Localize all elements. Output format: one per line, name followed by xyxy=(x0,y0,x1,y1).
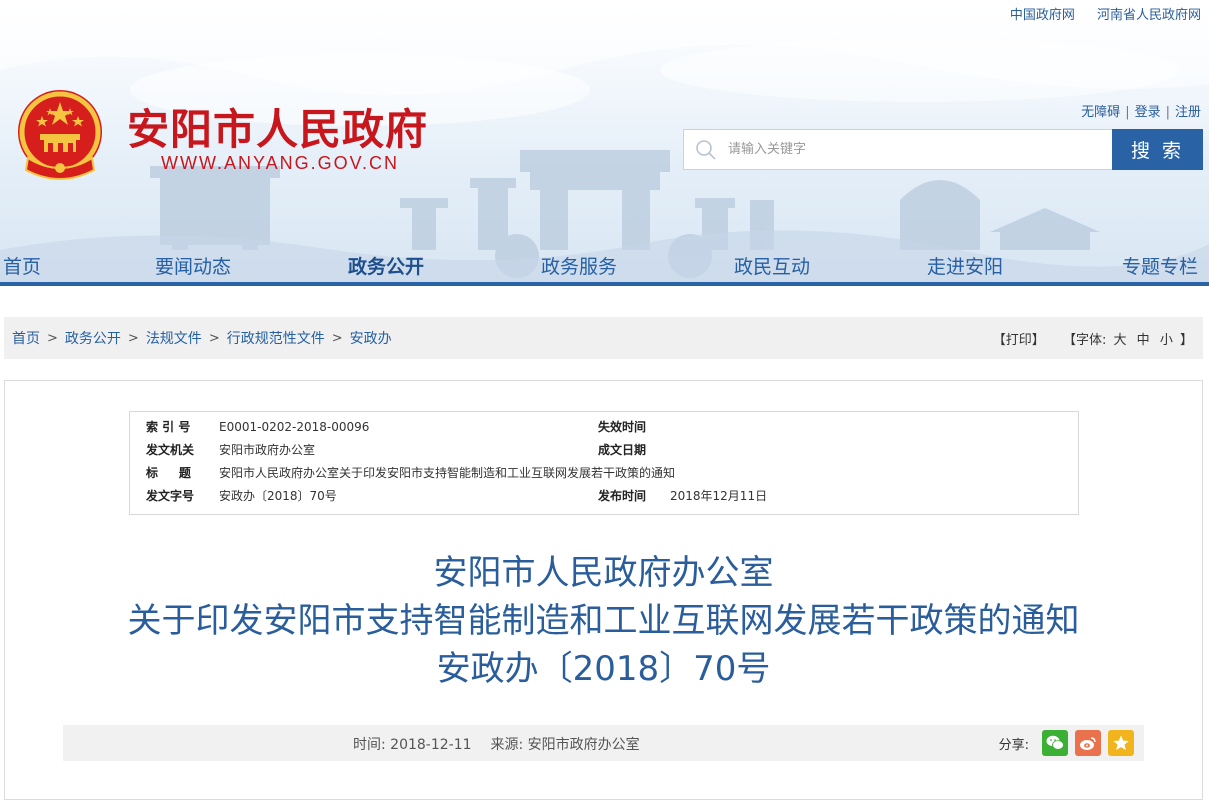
breadcrumb-separator: > xyxy=(127,330,139,346)
document-number-value: 安政办〔2018〕70号 xyxy=(219,489,337,503)
top-link-henan-gov[interactable]: 河南省人民政府网 xyxy=(1097,8,1201,23)
time-value: 2018-12-11 xyxy=(390,737,472,753)
font-size-small-button[interactable]: 小 xyxy=(1160,333,1173,348)
share-bar: 分享: xyxy=(999,730,1134,756)
site-name[interactable]: 安阳市人民政府 xyxy=(127,96,428,157)
top-links: 中国政府网 河南省人民政府网 xyxy=(992,4,1201,23)
document-number-label: 发文字号 xyxy=(146,489,195,503)
font-size-medium-button[interactable]: 中 xyxy=(1137,333,1150,348)
article-title: 安阳市人民政府办公室 关于印发安阳市支持智能制造和工业互联网发展若干政策的通知 … xyxy=(5,549,1202,693)
search-button[interactable]: 搜 索 xyxy=(1112,129,1203,170)
expiry-time-label: 失效时间 xyxy=(598,420,647,434)
document-metadata-table: 索 引 号 E0001-0202-2018-00096 失效时间 发文机关 安阳… xyxy=(129,411,1079,515)
nav-item-special-topics[interactable]: 专题专栏 xyxy=(1122,252,1198,279)
search-icon xyxy=(684,130,728,169)
source-value: 安阳市政府办公室 xyxy=(527,737,640,753)
font-size-large-button[interactable]: 大 xyxy=(1114,333,1127,348)
metadata-row: 标 题 安阳市人民政府办公室关于印发安阳市支持智能制造和工业互联网发展若干政策的… xyxy=(130,462,1078,484)
metadata-row: 发文机关 安阳市政府办公室 成文日期 xyxy=(130,439,1078,461)
breadcrumb-separator: > xyxy=(47,330,58,346)
breadcrumb-separator: > xyxy=(208,330,220,346)
top-link-central-gov[interactable]: 中国政府网 xyxy=(1010,8,1075,23)
accessibility-link[interactable]: 无障碍 xyxy=(1081,105,1120,120)
article-title-line-2: 关于印发安阳市支持智能制造和工业互联网发展若干政策的通知 xyxy=(127,601,1080,641)
index-number-label: 索 引 号 xyxy=(146,420,191,434)
metadata-row: 索 引 号 E0001-0202-2018-00096 失效时间 xyxy=(130,416,1078,438)
login-link[interactable]: 登录 xyxy=(1135,105,1161,120)
breadcrumb-bar: 首页 > 政务公开 > 法规文件 > 行政规范性文件 > 安政办 【打印】 【字… xyxy=(4,317,1203,359)
wechat-share-icon[interactable] xyxy=(1042,730,1068,756)
article-panel: 索 引 号 E0001-0202-2018-00096 失效时间 发文机关 安阳… xyxy=(4,380,1203,800)
site-url[interactable]: WWW.ANYANG.GOV.CN xyxy=(161,153,399,174)
nav-item-news[interactable]: 要闻动态 xyxy=(155,252,231,279)
breadcrumb-regulations[interactable]: 法规文件 xyxy=(146,328,202,348)
article-info-bar: 时间: 2018-12-11 来源: 安阳市政府办公室 分享: xyxy=(63,725,1144,761)
search-box xyxy=(683,129,1113,170)
breadcrumb-gov-affairs-open[interactable]: 政务公开 xyxy=(65,328,121,348)
weibo-share-icon[interactable] xyxy=(1075,730,1101,756)
breadcrumb-anzhengban[interactable]: 安政办 xyxy=(350,328,392,348)
register-link[interactable]: 注册 xyxy=(1175,105,1201,120)
font-size-close: 】 xyxy=(1179,332,1193,348)
article-title-line-1: 安阳市人民政府办公室 xyxy=(433,553,774,593)
source-label: 来源: xyxy=(490,737,524,753)
site-header: 中国政府网 河南省人民政府网 安阳市人民政府 WWW.ANYANG.GOV.CN… xyxy=(0,0,1209,283)
share-label: 分享: xyxy=(998,737,1029,753)
national-emblem-logo[interactable] xyxy=(14,86,106,186)
breadcrumb-separator: > xyxy=(331,330,343,346)
account-links: 无障碍 | 登录 | 注册 xyxy=(1081,101,1201,120)
publish-time-value: 2018年12月11日 xyxy=(670,489,768,503)
time-label: 时间: xyxy=(353,737,386,753)
print-button[interactable]: 【打印】 xyxy=(993,333,1045,348)
index-number-value: E0001-0202-2018-00096 xyxy=(219,420,370,434)
written-date-label: 成文日期 xyxy=(598,443,647,457)
nav-item-interaction[interactable]: 政民互动 xyxy=(734,252,810,279)
separator: | xyxy=(1165,105,1170,120)
nav-underline-bar xyxy=(0,282,1209,286)
breadcrumb-normative-docs[interactable]: 行政规范性文件 xyxy=(227,328,325,348)
font-size-label: 【字体: xyxy=(1062,332,1107,348)
search-input[interactable] xyxy=(728,131,1098,168)
page-tools: 【打印】 【字体: 大 中 小 】 xyxy=(993,329,1193,348)
publish-time-label: 发布时间 xyxy=(598,489,647,503)
title-label: 标 题 xyxy=(146,466,191,480)
issuing-authority-label: 发文机关 xyxy=(146,443,195,457)
nav-item-gov-services[interactable]: 政务服务 xyxy=(541,252,617,279)
nav-item-home[interactable]: 首页 xyxy=(3,252,41,279)
title-value: 安阳市人民政府办公室关于印发安阳市支持智能制造和工业互联网发展若干政策的通知 xyxy=(219,466,676,480)
nav-item-about-anyang[interactable]: 走进安阳 xyxy=(927,252,1003,279)
breadcrumb-home[interactable]: 首页 xyxy=(12,328,40,348)
issuing-authority-value: 安阳市政府办公室 xyxy=(219,443,316,457)
qzone-share-icon[interactable] xyxy=(1108,730,1134,756)
article-title-line-3: 安政办〔2018〕70号 xyxy=(436,649,771,689)
main-nav: 首页 要闻动态 政务公开 政务服务 政民互动 走进安阳 专题专栏 xyxy=(0,248,1209,283)
separator: | xyxy=(1125,105,1130,120)
breadcrumb: 首页 > 政务公开 > 法规文件 > 行政规范性文件 > 安政办 xyxy=(12,328,392,348)
article-info: 时间: 2018-12-11 来源: 安阳市政府办公室 xyxy=(353,734,640,754)
metadata-row: 发文字号 安政办〔2018〕70号 发布时间 2018年12月11日 xyxy=(130,485,1078,507)
nav-item-gov-affairs-open[interactable]: 政务公开 xyxy=(348,252,424,279)
